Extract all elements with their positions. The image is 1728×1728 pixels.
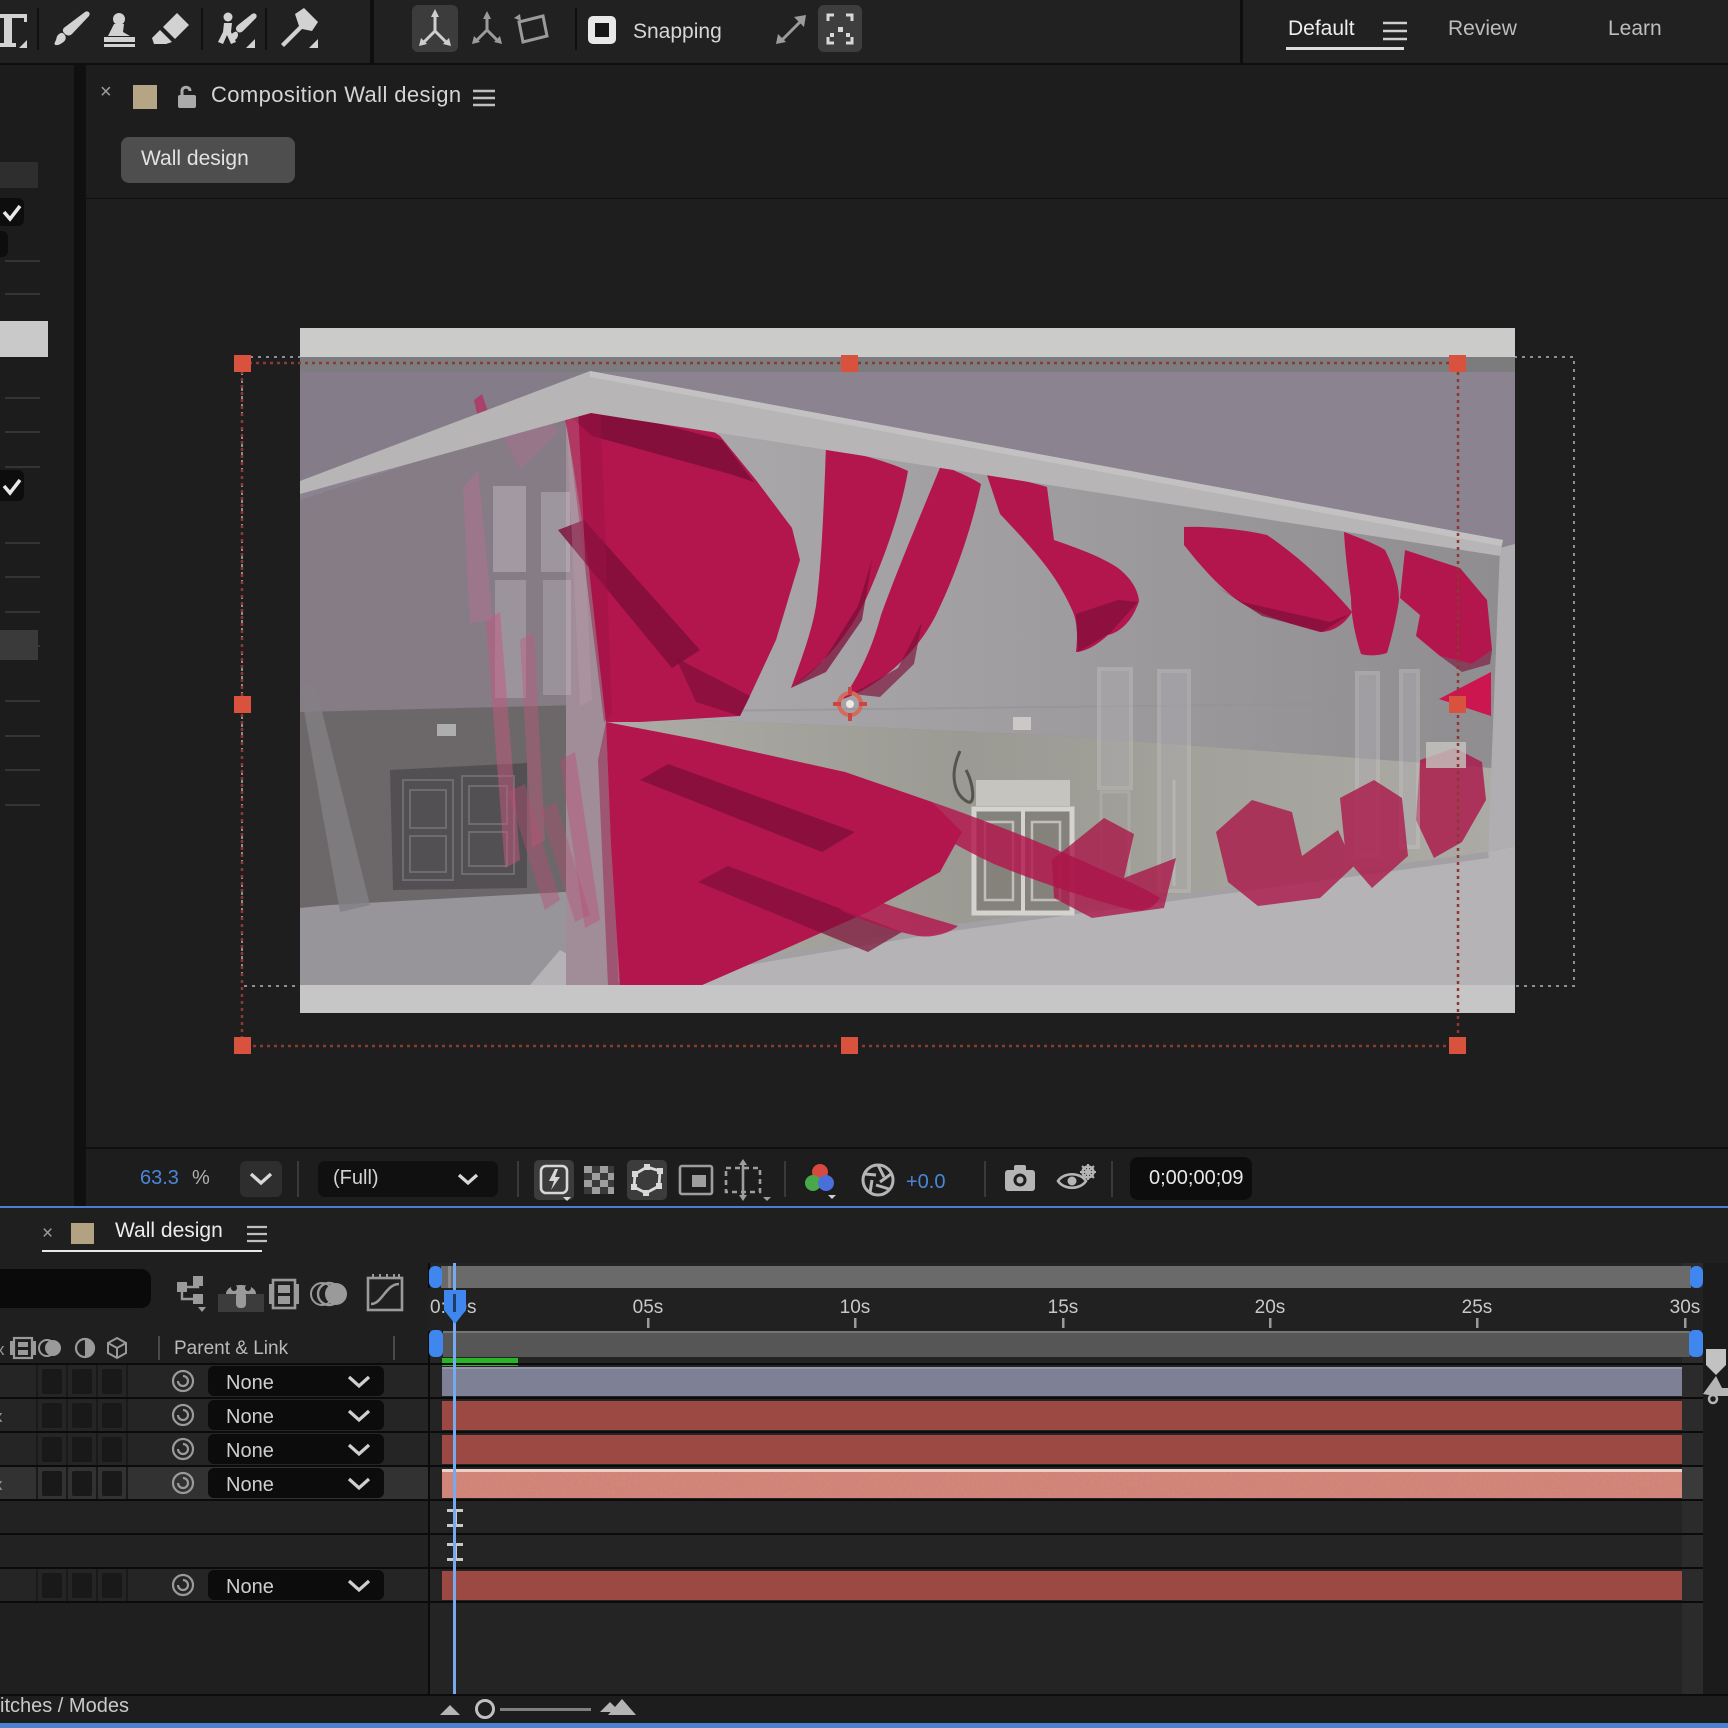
svg-text:15s: 15s — [1048, 1297, 1079, 1318]
svg-text:+0.0: +0.0 — [906, 1171, 945, 1193]
svg-text:10s: 10s — [840, 1297, 871, 1318]
svg-text:25s: 25s — [1462, 1297, 1493, 1318]
svg-text:20s: 20s — [1255, 1297, 1286, 1318]
svg-text:x: x — [0, 1340, 5, 1359]
svg-text:Parent & Link: Parent & Link — [174, 1338, 289, 1359]
svg-text:05s: 05s — [633, 1297, 664, 1318]
svg-text:30s: 30s — [1670, 1297, 1701, 1318]
svg-text:Snapping: Snapping — [633, 20, 722, 43]
